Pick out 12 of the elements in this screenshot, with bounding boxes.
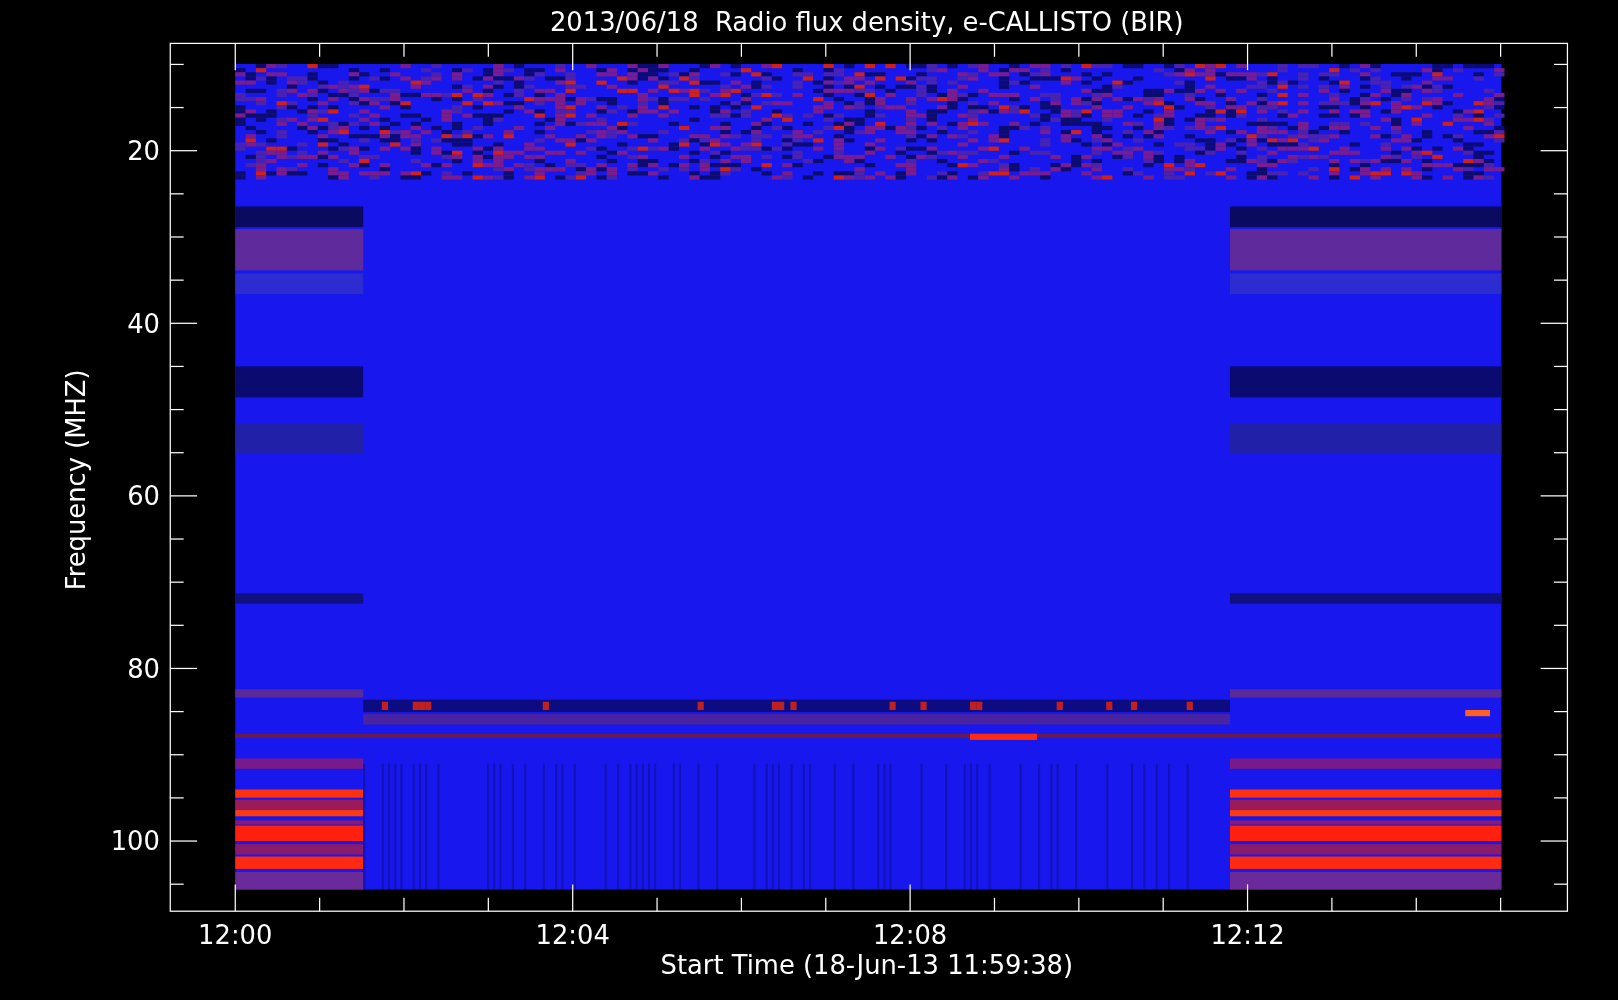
x-tick-label: 12:12 [1210,920,1285,951]
y-tick-label: 20 [127,136,160,166]
x-tick-label: 12:04 [535,920,610,951]
y-tick-label: 100 [110,826,160,857]
chart-title: 2013/06/18 Radio flux density, e-CALLISTO (BIR) [549,7,1184,37]
y-tick-label: 60 [127,481,160,512]
y-axis-title: Frequency (MHZ) [60,369,91,591]
x-tick-label: 12:08 [872,920,948,951]
y-tick-label: 40 [127,308,160,339]
x-tick-label: 12:00 [198,920,273,951]
y-tick-label: 80 [127,653,160,684]
x-axis-title: Start Time (18-Jun-13 11:59:38) [660,950,1074,981]
